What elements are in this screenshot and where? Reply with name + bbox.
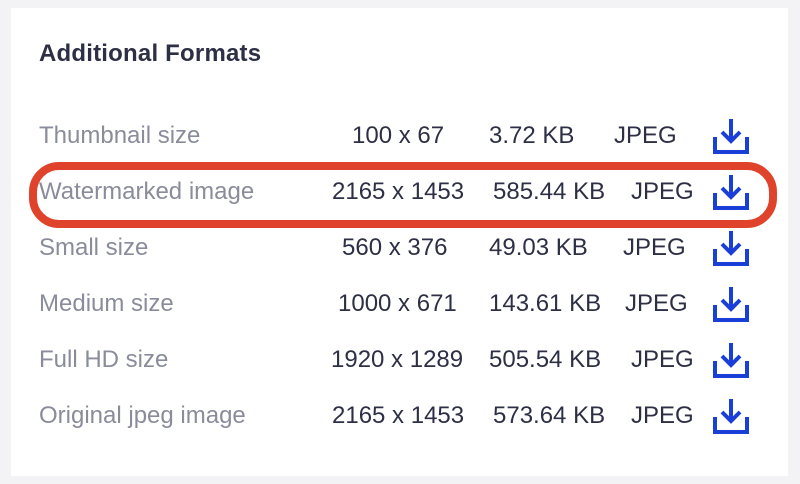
format-name: Watermarked image (39, 178, 255, 205)
download-button[interactable] (711, 114, 751, 158)
download-button[interactable] (711, 282, 751, 326)
format-row-medium: Medium size 1000 x 671 143.61 KB JPEG (11, 282, 788, 326)
format-dimensions: 100 x 67 (352, 122, 445, 149)
format-type: JPEG (631, 402, 694, 429)
format-type: JPEG (614, 122, 677, 149)
additional-formats-panel: Additional Formats Thumbnail size 100 x … (11, 8, 788, 476)
format-row-small: Small size 560 x 376 49.03 KB JPEG (11, 226, 788, 270)
format-dimensions: 2165 x 1453 (332, 178, 465, 205)
format-file-size: 49.03 KB (489, 234, 588, 261)
download-icon (713, 175, 749, 210)
download-icon (713, 399, 749, 434)
format-row-watermarked: Watermarked image 2165 x 1453 585.44 KB … (11, 170, 788, 214)
format-file-size: 573.64 KB (493, 402, 606, 429)
format-dimensions: 1000 x 671 (338, 290, 457, 317)
format-file-size: 585.44 KB (493, 178, 606, 205)
download-icon (713, 231, 749, 266)
download-icon (713, 287, 749, 322)
format-dimensions: 560 x 376 (342, 234, 448, 261)
format-type: JPEG (631, 346, 694, 373)
format-name: Full HD size (39, 346, 169, 373)
format-type: JPEG (625, 290, 688, 317)
format-name: Small size (39, 234, 149, 261)
format-dimensions: 1920 x 1289 (331, 346, 464, 373)
download-button[interactable] (711, 226, 751, 270)
format-row-original: Original jpeg image 2165 x 1453 573.64 K… (11, 394, 788, 438)
format-name: Medium size (39, 290, 174, 317)
format-type: JPEG (631, 178, 694, 205)
format-name: Thumbnail size (39, 122, 201, 149)
download-button[interactable] (711, 338, 751, 382)
format-file-size: 143.61 KB (489, 290, 602, 317)
download-icon (713, 119, 749, 154)
format-name: Original jpeg image (39, 402, 246, 429)
format-row-full-hd: Full HD size 1920 x 1289 505.54 KB JPEG (11, 338, 788, 382)
format-row-thumbnail: Thumbnail size 100 x 67 3.72 KB JPEG (11, 114, 788, 158)
download-button[interactable] (711, 394, 751, 438)
format-file-size: 3.72 KB (489, 122, 575, 149)
download-icon (713, 343, 749, 378)
format-dimensions: 2165 x 1453 (332, 402, 465, 429)
panel-title: Additional Formats (39, 40, 262, 67)
format-file-size: 505.54 KB (489, 346, 602, 373)
download-button[interactable] (711, 170, 751, 214)
format-type: JPEG (623, 234, 686, 261)
